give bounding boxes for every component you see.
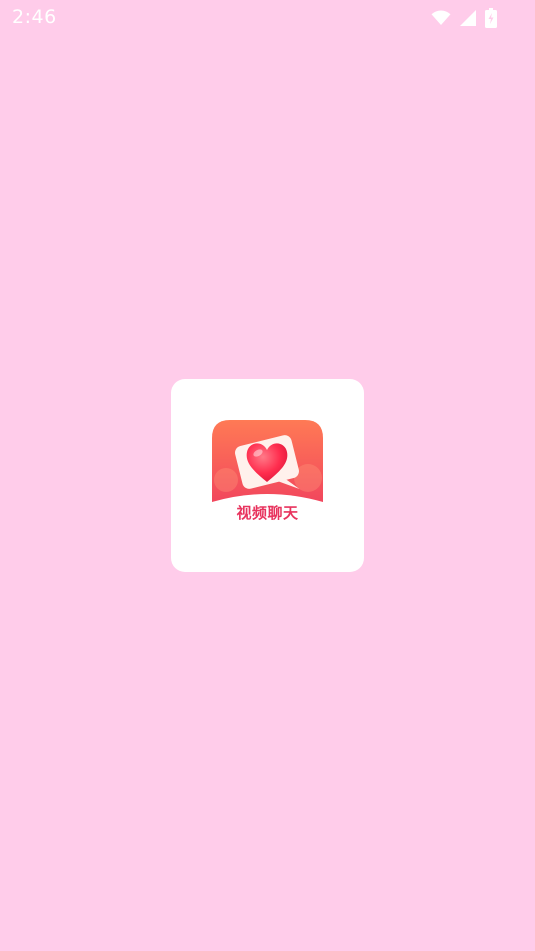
battery-charging-icon [485, 8, 497, 28]
status-time: 2:46 [12, 6, 57, 28]
app-logo: 视频聊天 [212, 420, 323, 531]
splash-screen: 2:46 视频聊天 [0, 0, 535, 951]
cellular-signal-icon [459, 9, 477, 27]
splash-logo-card: 视频聊天 [171, 379, 364, 572]
wifi-icon [431, 10, 451, 26]
app-logo-label: 视频聊天 [236, 504, 299, 522]
status-icons [431, 8, 497, 28]
status-bar: 2:46 [0, 0, 535, 36]
